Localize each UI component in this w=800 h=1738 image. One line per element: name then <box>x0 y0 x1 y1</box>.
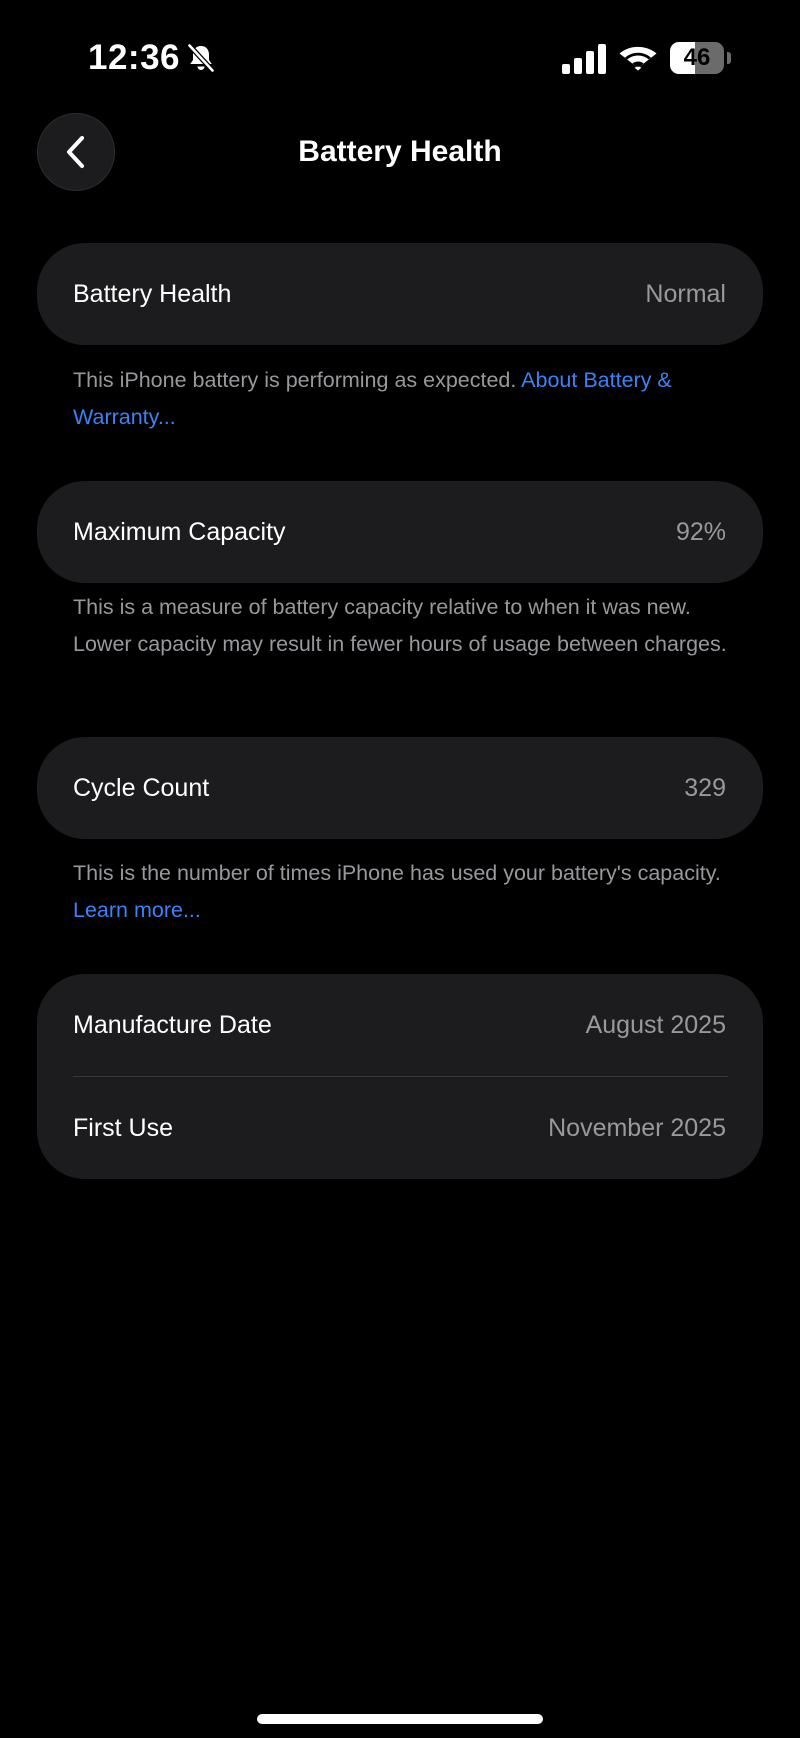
maximum-capacity-footnote: This is a measure of battery capacity re… <box>73 589 733 663</box>
battery-health-footnote-text: This iPhone battery is performing as exp… <box>73 368 517 392</box>
first-use-row: First Use November 2025 <box>37 1077 763 1179</box>
battery-icon: 46 <box>670 42 732 74</box>
first-use-value: November 2025 <box>548 1113 726 1142</box>
bell-slash-icon <box>187 43 215 73</box>
maximum-capacity-label: Maximum Capacity <box>73 517 286 546</box>
battery-health-label: Battery Health <box>73 279 232 308</box>
maximum-capacity-card[interactable]: Maximum Capacity 92% <box>37 481 763 583</box>
learn-more-link[interactable]: Learn more... <box>73 898 201 922</box>
battery-level: 46 <box>683 44 711 71</box>
status-bar: 12:36 46 <box>0 0 800 118</box>
battery-nub <box>727 52 731 64</box>
manufacture-date-label: Manufacture Date <box>73 1010 272 1039</box>
battery-health-value: Normal <box>645 279 726 308</box>
manufacture-date-row: Manufacture Date August 2025 <box>37 974 763 1076</box>
status-time: 12:36 <box>88 38 181 77</box>
cycle-count-value: 329 <box>684 773 726 802</box>
home-indicator[interactable] <box>257 1714 543 1724</box>
dates-card: Manufacture Date August 2025 First Use N… <box>37 974 763 1179</box>
cycle-count-label: Cycle Count <box>73 773 210 802</box>
cycle-count-footnote: This is the number of times iPhone has u… <box>73 855 733 929</box>
cycle-count-row[interactable]: Cycle Count 329 <box>37 737 763 839</box>
maximum-capacity-value: 92% <box>675 517 726 546</box>
manufacture-date-value: August 2025 <box>585 1010 726 1039</box>
cycle-count-card[interactable]: Cycle Count 329 <box>37 737 763 839</box>
maximum-capacity-row[interactable]: Maximum Capacity 92% <box>37 481 763 583</box>
wifi-icon <box>619 46 657 71</box>
battery-health-row[interactable]: Battery Health Normal <box>37 243 763 345</box>
battery-body: 46 <box>670 42 724 74</box>
page-title: Battery Health <box>298 135 502 168</box>
cellular-signal-icon <box>562 44 606 74</box>
cycle-count-footnote-text: This is the number of times iPhone has u… <box>73 861 721 885</box>
battery-health-card[interactable]: Battery Health Normal <box>37 243 763 345</box>
first-use-label: First Use <box>73 1113 173 1142</box>
maximum-capacity-footnote-text: This is a measure of battery capacity re… <box>73 595 727 656</box>
battery-health-footnote: This iPhone battery is performing as exp… <box>73 362 733 436</box>
